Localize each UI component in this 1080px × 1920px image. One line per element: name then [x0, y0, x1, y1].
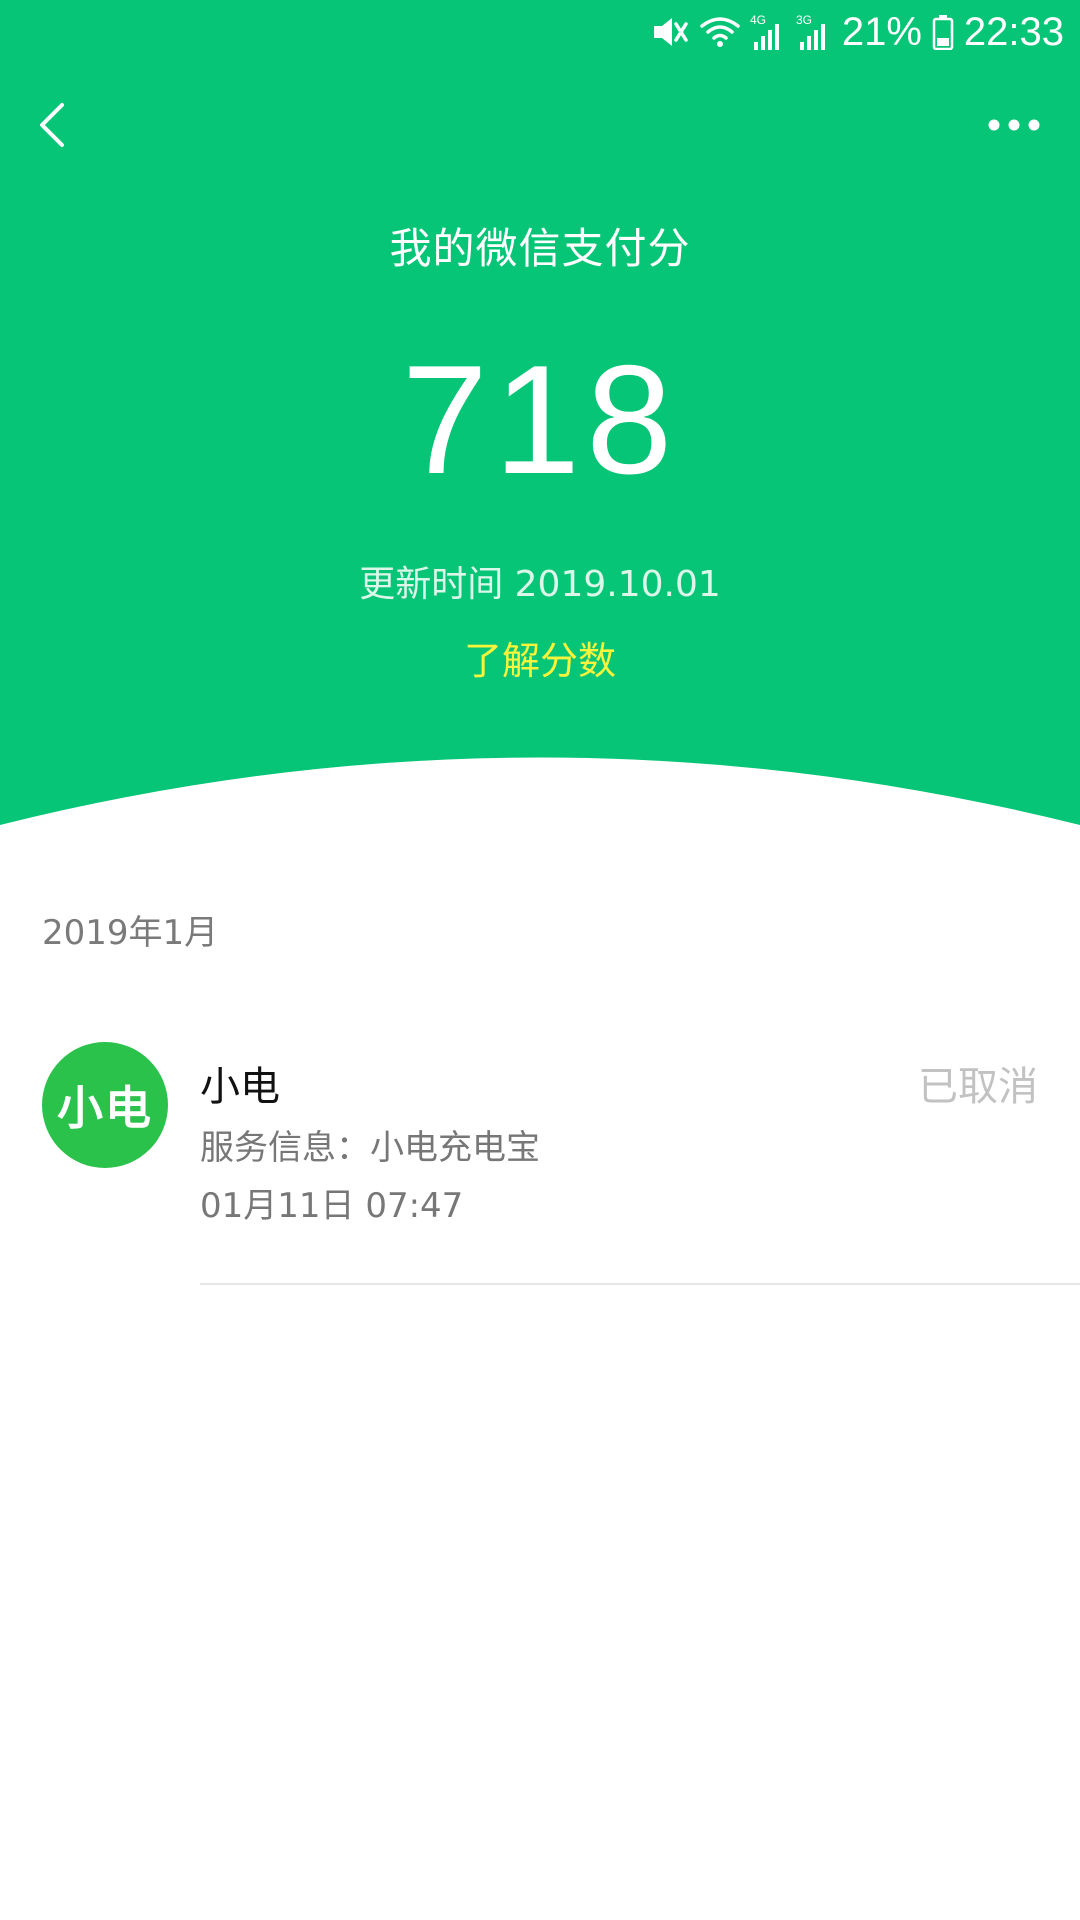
header-curve	[0, 757, 1080, 850]
score-value: 718	[401, 333, 679, 506]
status-badge: 已取消	[918, 1064, 1038, 1110]
service-info: 服务信息：小电充电宝	[200, 1128, 540, 1168]
learn-score-link[interactable]: 了解分数	[0, 630, 1080, 685]
svg-text:3G: 3G	[796, 13, 812, 27]
page: 4G 3G 21% 22:33 我的微信支付分 718 更新时间 2019.10…	[0, 0, 1080, 1920]
avatar: 小电	[42, 1042, 168, 1168]
record-time: 01月11日 07:47	[200, 1186, 464, 1226]
battery-percent: 21%	[841, 10, 922, 54]
merchant-name: 小电	[200, 1064, 280, 1110]
status-icons: 4G 3G 21% 22:33	[650, 8, 1064, 56]
list-item[interactable]: 小电 小电 已取消 服务信息：小电充电宝 01月11日 07:47	[0, 1030, 1080, 1290]
month-header: 2019年1月	[42, 913, 219, 953]
wifi-icon	[700, 14, 740, 50]
update-time: 更新时间 2019.10.01	[359, 564, 721, 605]
more-dots-icon	[988, 119, 1040, 131]
page-title: 我的微信支付分	[389, 224, 691, 273]
status-bar: 4G 3G 21% 22:33	[0, 0, 1080, 64]
svg-text:4G: 4G	[750, 13, 766, 27]
clock: 22:33	[963, 10, 1064, 54]
score-header: 4G 3G 21% 22:33 我的微信支付分 718 更新时间 2019.10…	[0, 0, 1080, 840]
divider	[200, 1283, 1080, 1285]
battery-icon	[932, 14, 954, 50]
more-button[interactable]	[988, 110, 1040, 140]
mute-icon	[650, 14, 690, 50]
chevron-left-icon	[40, 103, 64, 147]
signal-3g-icon: 3G	[796, 12, 832, 52]
signal-4g-icon: 4G	[750, 12, 786, 52]
back-button[interactable]	[28, 95, 76, 155]
